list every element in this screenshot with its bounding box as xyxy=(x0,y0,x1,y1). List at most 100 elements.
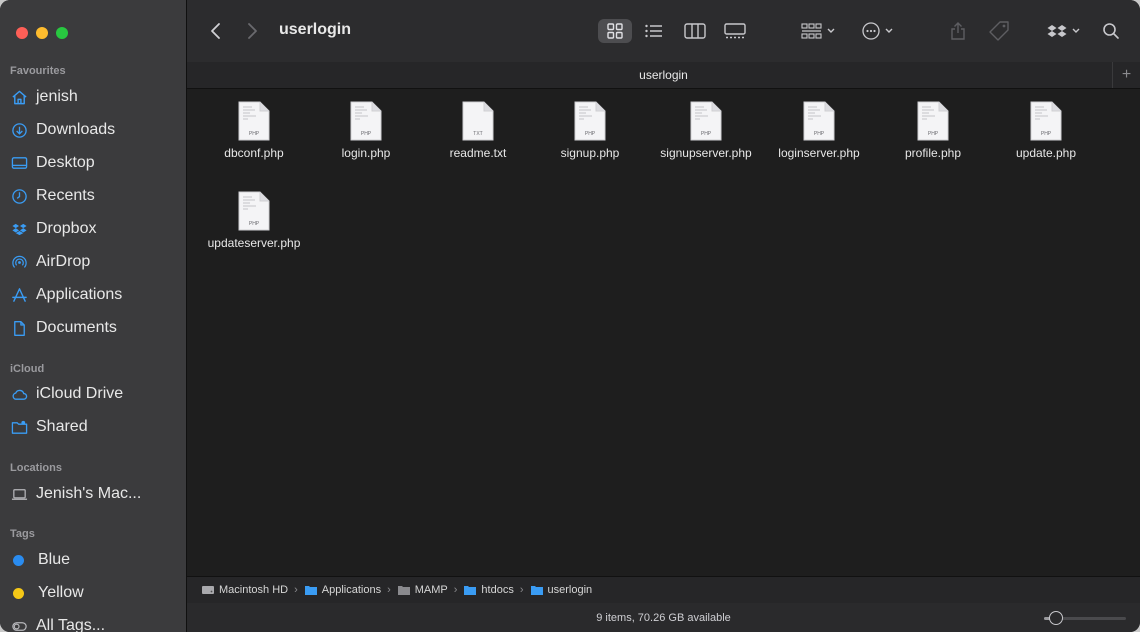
file-extension-label: PHP xyxy=(814,131,825,137)
file-name: login.php xyxy=(341,146,391,160)
file-item[interactable]: PHP profile.php xyxy=(873,89,993,160)
icon-size-slider[interactable] xyxy=(1044,611,1126,625)
sidebar-item-dropbox[interactable]: Dropbox xyxy=(10,215,180,243)
file-extension-label: PHP xyxy=(249,221,260,227)
sidebar-item-icloud-drive[interactable]: iCloud Drive xyxy=(10,380,180,408)
sidebar-item-tag-blue[interactable]: Blue xyxy=(10,546,180,574)
file-grid: PHP dbconf.php PHP login.php TXT readme.txt PH… xyxy=(187,89,1140,575)
tab-userlogin[interactable]: userlogin xyxy=(639,68,688,82)
chevron-left-icon xyxy=(211,23,220,39)
sidebar-item-applications[interactable]: Applications xyxy=(10,281,180,309)
zoom-button[interactable] xyxy=(56,27,68,39)
sidebar-item-shared[interactable]: Shared xyxy=(10,413,180,441)
dropbox-icon xyxy=(1047,25,1080,37)
php-file-icon: PHP xyxy=(350,101,382,141)
sidebar-item-airdrop[interactable]: AirDrop xyxy=(10,248,180,276)
file-name: updateserver.php xyxy=(207,236,301,250)
hard-drive-icon xyxy=(202,586,214,594)
sidebar-item-desktop[interactable]: Desktop xyxy=(10,149,180,177)
edit-tags-button[interactable] xyxy=(987,19,1011,43)
sidebar-item-label: Dropbox xyxy=(36,220,97,237)
path-separator-icon: › xyxy=(387,584,391,596)
file-extension-label: PHP xyxy=(361,131,372,137)
file-name: signupserver.php xyxy=(660,146,752,160)
file-item[interactable]: PHP signupserver.php xyxy=(646,89,766,160)
grid-view-icon xyxy=(607,23,623,39)
tab-bar: userlogin + xyxy=(187,62,1140,89)
path-item-macintosh-hd[interactable]: Macintosh HD xyxy=(201,584,288,596)
sidebar-item-recents[interactable]: Recents xyxy=(10,182,180,210)
php-file-icon: PHP xyxy=(803,101,835,141)
path-item-userlogin[interactable]: userlogin xyxy=(530,584,592,596)
path-separator-icon: › xyxy=(294,584,298,596)
sidebar-item-jenish[interactable]: jenish xyxy=(10,83,180,111)
folder-icon xyxy=(530,586,543,595)
file-item[interactable]: PHP dbconf.php xyxy=(194,89,314,160)
group-by-button[interactable] xyxy=(799,19,839,43)
new-tab-button[interactable]: + xyxy=(1112,62,1140,88)
file-item[interactable]: PHP updateserver.php xyxy=(194,179,314,250)
ellipsis-circle-icon xyxy=(862,22,893,40)
path-separator-icon: › xyxy=(453,584,458,596)
blue-tag-dot-icon xyxy=(13,554,24,566)
locations-heading: Locations xyxy=(10,462,62,474)
sidebar-item-label: Jenish's Mac... xyxy=(36,485,142,502)
file-extension-label: PHP xyxy=(701,131,712,137)
favourites-heading: Favourites xyxy=(10,65,66,77)
sidebar-item-downloads[interactable]: Downloads xyxy=(10,116,180,144)
sidebar-item-label: All Tags... xyxy=(36,617,106,632)
sidebar-item-label: Recents xyxy=(36,187,95,204)
slider-knob[interactable] xyxy=(1049,611,1064,625)
folder-icon xyxy=(464,586,477,595)
sidebar-item-all-tags[interactable]: All Tags... xyxy=(10,612,180,632)
minimize-button[interactable] xyxy=(36,27,48,39)
action-menu-button[interactable] xyxy=(860,19,900,43)
clock-icon xyxy=(10,187,28,205)
tags-heading: Tags xyxy=(10,528,35,540)
path-item-htdocs[interactable]: htdocs xyxy=(463,584,514,596)
file-name: signup.php xyxy=(560,146,620,160)
sidebar-item-label: Desktop xyxy=(36,154,95,171)
path-item-applications[interactable]: Applications xyxy=(304,584,381,596)
sidebar-item-label: jenish xyxy=(36,88,78,105)
icon-view-button[interactable] xyxy=(598,19,632,43)
sidebar-item-label: Applications xyxy=(36,286,123,303)
file-name: dbconf.php xyxy=(224,146,284,160)
column-view-button[interactable] xyxy=(683,19,707,43)
gallery-view-button[interactable] xyxy=(723,19,747,43)
share-icon xyxy=(951,22,965,40)
close-button[interactable] xyxy=(16,27,28,39)
search-button[interactable] xyxy=(1099,19,1123,43)
back-button[interactable] xyxy=(207,19,225,43)
window-controls xyxy=(16,27,68,39)
airdrop-icon xyxy=(10,253,28,271)
sidebar-item-label: iCloud Drive xyxy=(36,385,124,402)
sidebar-item-documents[interactable]: Documents xyxy=(10,314,180,342)
sidebar-item-jenish-mac[interactable]: Jenish's Mac... xyxy=(10,480,180,508)
file-item[interactable]: PHP login.php xyxy=(306,89,426,160)
file-item[interactable]: PHP signup.php xyxy=(530,89,650,160)
dropbox-icon xyxy=(10,220,28,238)
file-extension-label: TXT xyxy=(473,131,482,137)
dropbox-menu-button[interactable] xyxy=(1045,19,1087,43)
list-view-button[interactable] xyxy=(642,19,666,43)
sidebar-item-tag-yellow[interactable]: Yellow xyxy=(10,579,180,607)
php-file-icon: PHP xyxy=(574,101,606,141)
folder-icon xyxy=(304,586,317,595)
cloud-icon xyxy=(10,385,28,403)
applications-icon xyxy=(10,286,28,304)
file-item[interactable]: PHP update.php xyxy=(986,89,1106,160)
folder-icon xyxy=(397,586,410,595)
file-item[interactable]: TXT readme.txt xyxy=(418,89,538,160)
share-button[interactable] xyxy=(947,19,969,43)
file-item[interactable]: PHP loginserver.php xyxy=(759,89,879,160)
forward-button[interactable] xyxy=(243,19,261,43)
file-name: readme.txt xyxy=(449,146,507,160)
path-item-mamp[interactable]: MAMP xyxy=(397,584,448,596)
sidebar-item-label: Downloads xyxy=(36,121,116,138)
sidebar-item-label: Shared xyxy=(36,418,88,435)
path-label: MAMP xyxy=(414,584,448,596)
status-bar: 9 items, 70.26 GB available xyxy=(187,603,1140,632)
path-label: Macintosh HD xyxy=(219,584,289,596)
file-name: loginserver.php xyxy=(778,146,860,160)
